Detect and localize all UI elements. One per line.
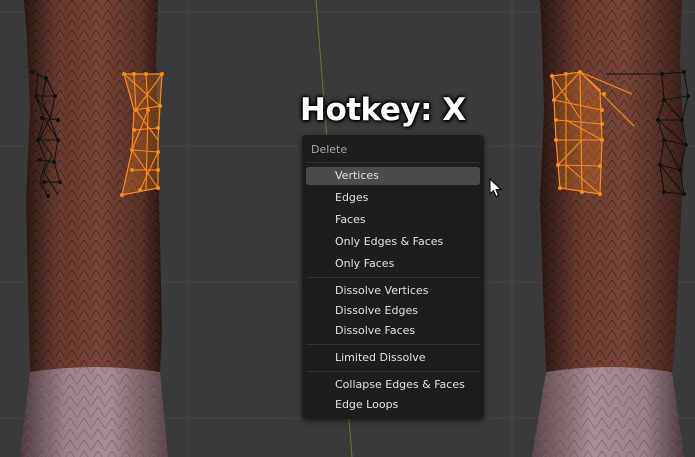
- mouse-pointer-icon: [489, 178, 503, 198]
- left-leg-mesh: [20, 0, 168, 457]
- menu-separator: [306, 277, 480, 278]
- menu-title: Delete: [311, 143, 348, 156]
- hotkey-overlay: Hotkey: X: [300, 92, 466, 128]
- right-selection: [551, 71, 603, 195]
- menu-item-only-faces[interactable]: Only Faces: [306, 255, 480, 273]
- menu-item-only-edges-faces[interactable]: Only Edges & Faces: [306, 233, 480, 251]
- menu-separator: [306, 162, 480, 163]
- menu-item-edge-loops[interactable]: Edge Loops: [306, 396, 480, 414]
- menu-separator: [306, 344, 480, 345]
- menu-item-dissolve-faces[interactable]: Dissolve Faces: [306, 322, 480, 340]
- delete-context-menu: Delete Vertices Edges Faces Only Edges &…: [302, 135, 484, 419]
- right-leg-mesh: [532, 0, 684, 457]
- menu-item-dissolve-edges[interactable]: Dissolve Edges: [306, 302, 480, 320]
- menu-item-vertices[interactable]: Vertices: [306, 167, 480, 185]
- menu-item-limited-dissolve[interactable]: Limited Dissolve: [306, 349, 480, 367]
- menu-item-faces[interactable]: Faces: [306, 211, 480, 229]
- menu-item-edges[interactable]: Edges: [306, 189, 480, 207]
- menu-item-collapse-edges-faces[interactable]: Collapse Edges & Faces: [306, 376, 480, 394]
- menu-item-dissolve-vertices[interactable]: Dissolve Vertices: [306, 282, 480, 300]
- menu-separator: [306, 371, 480, 372]
